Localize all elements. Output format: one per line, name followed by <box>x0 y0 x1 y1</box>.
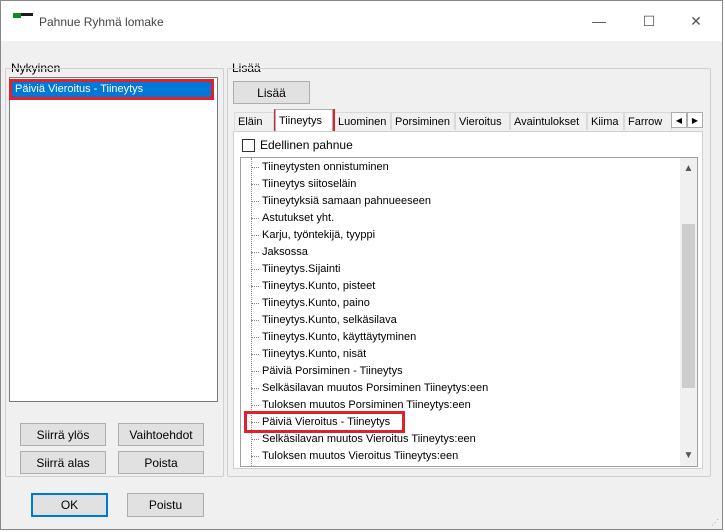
tree-item[interactable]: Tiineytys siitoseläin <box>251 176 356 193</box>
tree-item[interactable]: Tiineytysten onnistuminen <box>251 159 389 176</box>
tree-item[interactable]: Tiineytys.Kunto, paino <box>251 295 370 312</box>
chevron-down-icon[interactable]: ▼ <box>680 447 697 464</box>
tree-item[interactable]: Astutukset yht. <box>251 210 334 227</box>
remove-button[interactable]: Poista <box>118 451 204 474</box>
options-button[interactable]: Vaihtoehdot <box>118 423 204 446</box>
window-title: Pahnue Ryhmä lomake <box>39 15 164 29</box>
minimize-icon[interactable]: — <box>576 7 622 35</box>
chevron-right-icon[interactable]: ▶ <box>687 112 703 128</box>
tree-item[interactable]: Päiviä Porsiminen - Tiineytys <box>251 363 403 380</box>
previous-litter-checkbox[interactable] <box>242 139 255 152</box>
list-item[interactable]: Päiviä Vieroitus - Tiineytys <box>12 81 214 97</box>
close-icon[interactable]: ✕ <box>673 7 719 35</box>
tree-item[interactable]: Tiineytys.Kunto, nisät <box>251 346 366 363</box>
tab-tiineytys[interactable]: Tiineytys <box>275 109 333 131</box>
app-logo-icon <box>13 13 33 21</box>
tree-item[interactable]: Tuloksen muutos Porsiminen Tiineytys:een <box>251 397 471 414</box>
tree-item[interactable]: Tiineytys.Kunto, selkäsilava <box>251 312 397 329</box>
tree-item[interactable]: Selkäsilavan muutos Vieroitus Tiineytys:… <box>251 431 476 448</box>
exit-button[interactable]: Poistu <box>127 493 204 517</box>
tab-elain[interactable]: Eläin <box>234 112 274 130</box>
scrollbar-thumb[interactable] <box>682 224 695 388</box>
ok-button[interactable]: OK <box>31 493 108 517</box>
tree-item[interactable]: Tiineytys.Kunto, käyttäytyminen <box>251 329 416 346</box>
tree-item[interactable]: Tiineytys.Kunto, pisteet <box>251 278 375 295</box>
tree-item[interactable]: Tiineytys.Sijainti <box>251 261 340 278</box>
vertical-scrollbar[interactable]: ▲ ▼ <box>680 158 697 466</box>
dialog-window: Pahnue Ryhmä lomake — ☐ ✕ Nykyinen Päivi… <box>0 0 723 530</box>
title-bar[interactable]: Pahnue Ryhmä lomake — ☐ ✕ <box>1 1 722 41</box>
tab-porsiminen[interactable]: Porsiminen <box>391 112 455 130</box>
tree-item[interactable]: Tiineytyksiä samaan pahnueeseen <box>251 193 431 210</box>
tree-item[interactable]: Jaksossa <box>251 244 308 261</box>
tab-kiima[interactable]: Kiima <box>587 112 624 130</box>
resize-grip-icon[interactable]: ⋰ <box>711 518 719 527</box>
move-up-button[interactable]: Siirrä ylös <box>20 423 106 446</box>
tree-item[interactable]: Tuloksen muutos Vieroitus Tiineytys:een <box>251 448 458 465</box>
tab-vieroitus[interactable]: Vieroitus <box>455 112 510 130</box>
tab-farrow[interactable]: Farrow <box>624 112 672 130</box>
tree-item[interactable]: Selkäsilavan muutos Porsiminen Tiineytys… <box>251 380 488 397</box>
tree-item[interactable]: Päiviä Vieroitus - Tiineytys <box>251 414 390 431</box>
chevron-left-icon[interactable]: ◀ <box>671 112 687 128</box>
maximize-icon[interactable]: ☐ <box>626 7 672 35</box>
tab-avaintulokset[interactable]: Avaintulokset <box>510 112 587 130</box>
chevron-up-icon[interactable]: ▲ <box>680 160 697 177</box>
tree-item[interactable]: Karju, työntekijä, tyyppi <box>251 227 375 244</box>
add-button[interactable]: Lisää <box>233 81 310 104</box>
move-down-button[interactable]: Siirrä alas <box>20 451 106 474</box>
field-tree[interactable]: Tiineytysten onnistuminen Tiineytys siit… <box>240 157 698 467</box>
tab-luominen[interactable]: Luominen <box>334 112 391 130</box>
previous-litter-label: Edellinen pahnue <box>260 138 353 152</box>
current-listbox[interactable]: Päiviä Vieroitus - Tiineytys <box>9 77 218 402</box>
